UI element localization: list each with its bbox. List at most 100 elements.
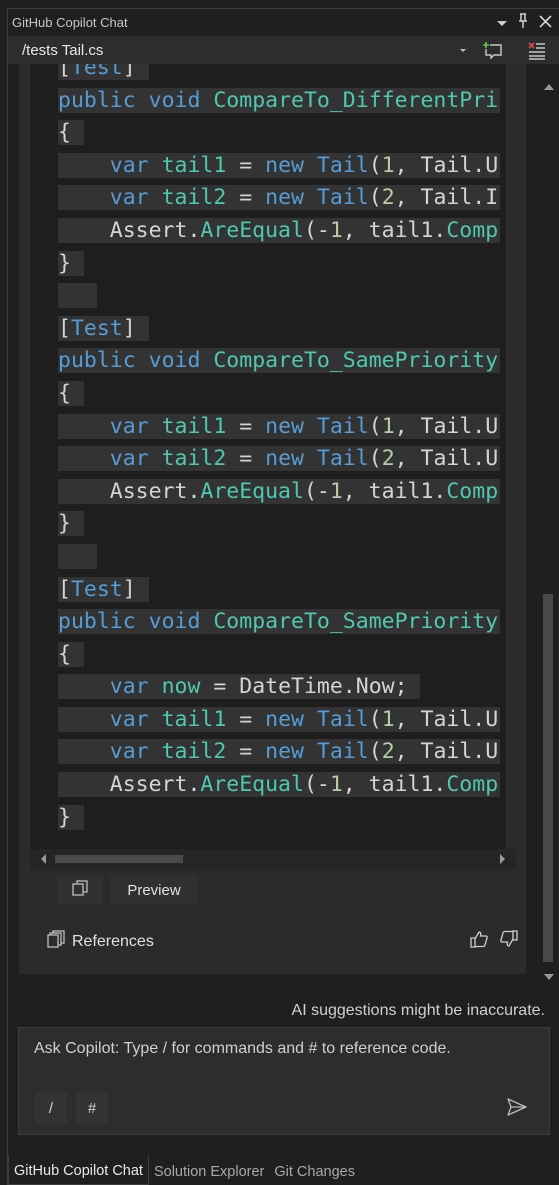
- new-thread-icon[interactable]: [482, 41, 504, 65]
- code-token: ]: [122, 64, 136, 80]
- clear-thread-icon[interactable]: [527, 41, 547, 65]
- references-toggle[interactable]: References: [46, 929, 154, 954]
- code-token: tail1: [161, 152, 227, 178]
- close-icon[interactable]: [539, 14, 552, 32]
- code-token: public: [58, 87, 136, 113]
- code-token: new: [265, 739, 304, 765]
- thread-selector[interactable]: /tests Tail.cs: [22, 42, 103, 59]
- code-token: =: [226, 706, 266, 732]
- code-token: Assert.: [58, 478, 201, 504]
- code-token: Test: [70, 576, 123, 602]
- code-token: 1: [381, 706, 395, 732]
- chat-vertical-scrollbar[interactable]: [539, 64, 558, 989]
- code-line: var now = DateTime.Now;: [58, 671, 500, 704]
- code-token: 1: [329, 217, 343, 243]
- code-token: Tail: [316, 739, 369, 765]
- code-token: tail2: [161, 446, 227, 472]
- scroll-right-icon[interactable]: [500, 854, 505, 864]
- tab-github-copilot-chat[interactable]: GitHub Copilot Chat: [8, 1155, 149, 1185]
- chat-input[interactable]: [34, 1040, 534, 1058]
- code-line: {: [58, 639, 500, 672]
- code-token: AreEqual: [200, 217, 304, 243]
- code-token: 2: [381, 446, 395, 472]
- scroll-left-icon[interactable]: [41, 854, 46, 864]
- slash-commands-button[interactable]: /: [35, 1093, 67, 1123]
- code-token: Assert.: [58, 772, 201, 798]
- code-token: (-: [303, 772, 330, 798]
- code-token: ]: [122, 315, 136, 341]
- references-icon: [46, 929, 66, 954]
- panel-title: GitHub Copilot Chat: [12, 15, 128, 30]
- code-token: Tail: [316, 185, 369, 211]
- code-line: {: [58, 117, 500, 150]
- code-token: Comp: [446, 772, 499, 798]
- pin-icon[interactable]: [517, 13, 529, 33]
- code-token: {: [58, 120, 71, 146]
- code-actions: Preview: [30, 869, 516, 909]
- thumbs-up-icon[interactable]: [469, 930, 489, 952]
- tab-solution-explorer[interactable]: Solution Explorer: [149, 1155, 269, 1185]
- code-token: var: [109, 185, 149, 211]
- chat-input-box[interactable]: / #: [18, 1027, 550, 1135]
- code-token: (: [368, 706, 382, 732]
- code-token: (-: [303, 217, 330, 243]
- thread-bar: /tests Tail.cs: [8, 36, 559, 64]
- code-line: [Test]: [58, 64, 500, 85]
- scroll-down-icon[interactable]: [544, 974, 554, 980]
- thread-dropdown-icon[interactable]: [460, 49, 466, 52]
- reference-button[interactable]: #: [76, 1093, 108, 1123]
- code-token: Tail: [316, 446, 369, 472]
- code-token: }: [58, 804, 71, 830]
- tab-git-changes[interactable]: Git Changes: [269, 1155, 360, 1185]
- preview-button[interactable]: Preview: [110, 875, 198, 905]
- copy-button[interactable]: [57, 875, 103, 905]
- code-token: CompareTo_SamePriority: [213, 609, 499, 635]
- code-token: CompareTo_DifferentPri: [213, 87, 499, 113]
- code-token: [: [58, 315, 71, 341]
- thumbs-down-icon[interactable]: [499, 930, 519, 952]
- code-token: new: [265, 185, 304, 211]
- code-vertical-scrollbar[interactable]: [506, 64, 516, 869]
- code-token: var: [109, 446, 149, 472]
- copy-icon: [71, 879, 89, 901]
- scroll-thumb[interactable]: [55, 855, 183, 863]
- window-position-dropdown-icon[interactable]: [497, 20, 507, 26]
- code-token: Tail: [316, 706, 369, 732]
- code-line: Assert.AreEqual(-1, tail1.Comp: [58, 769, 500, 802]
- code-token: , tail1.: [342, 217, 447, 243]
- code-token: (: [368, 185, 382, 211]
- code-token: Test: [70, 64, 123, 80]
- code-line: public void CompareTo_SamePriority: [58, 345, 500, 378]
- code-block[interactable]: [Test] public void CompareTo_DifferentPr…: [30, 64, 516, 902]
- code-token: void: [148, 609, 201, 635]
- code-line: var tail1 = new Tail(1, Tail.U: [58, 411, 500, 444]
- code-token: , Tail.U: [394, 413, 499, 439]
- code-line: var tail1 = new Tail(1, Tail.U: [58, 704, 500, 737]
- chat-messages[interactable]: [Test] public void CompareTo_DifferentPr…: [8, 64, 559, 989]
- scroll-up-icon[interactable]: [544, 84, 554, 90]
- send-icon[interactable]: [507, 1098, 527, 1120]
- chat-scroll-thumb[interactable]: [543, 594, 553, 962]
- code-token: }: [58, 511, 71, 537]
- code-token: , Tail.U: [394, 739, 499, 765]
- code-horizontal-scrollbar[interactable]: [30, 849, 516, 869]
- code-token: new: [265, 152, 304, 178]
- code-line: var tail2 = new Tail(2, Tail.U: [58, 736, 500, 769]
